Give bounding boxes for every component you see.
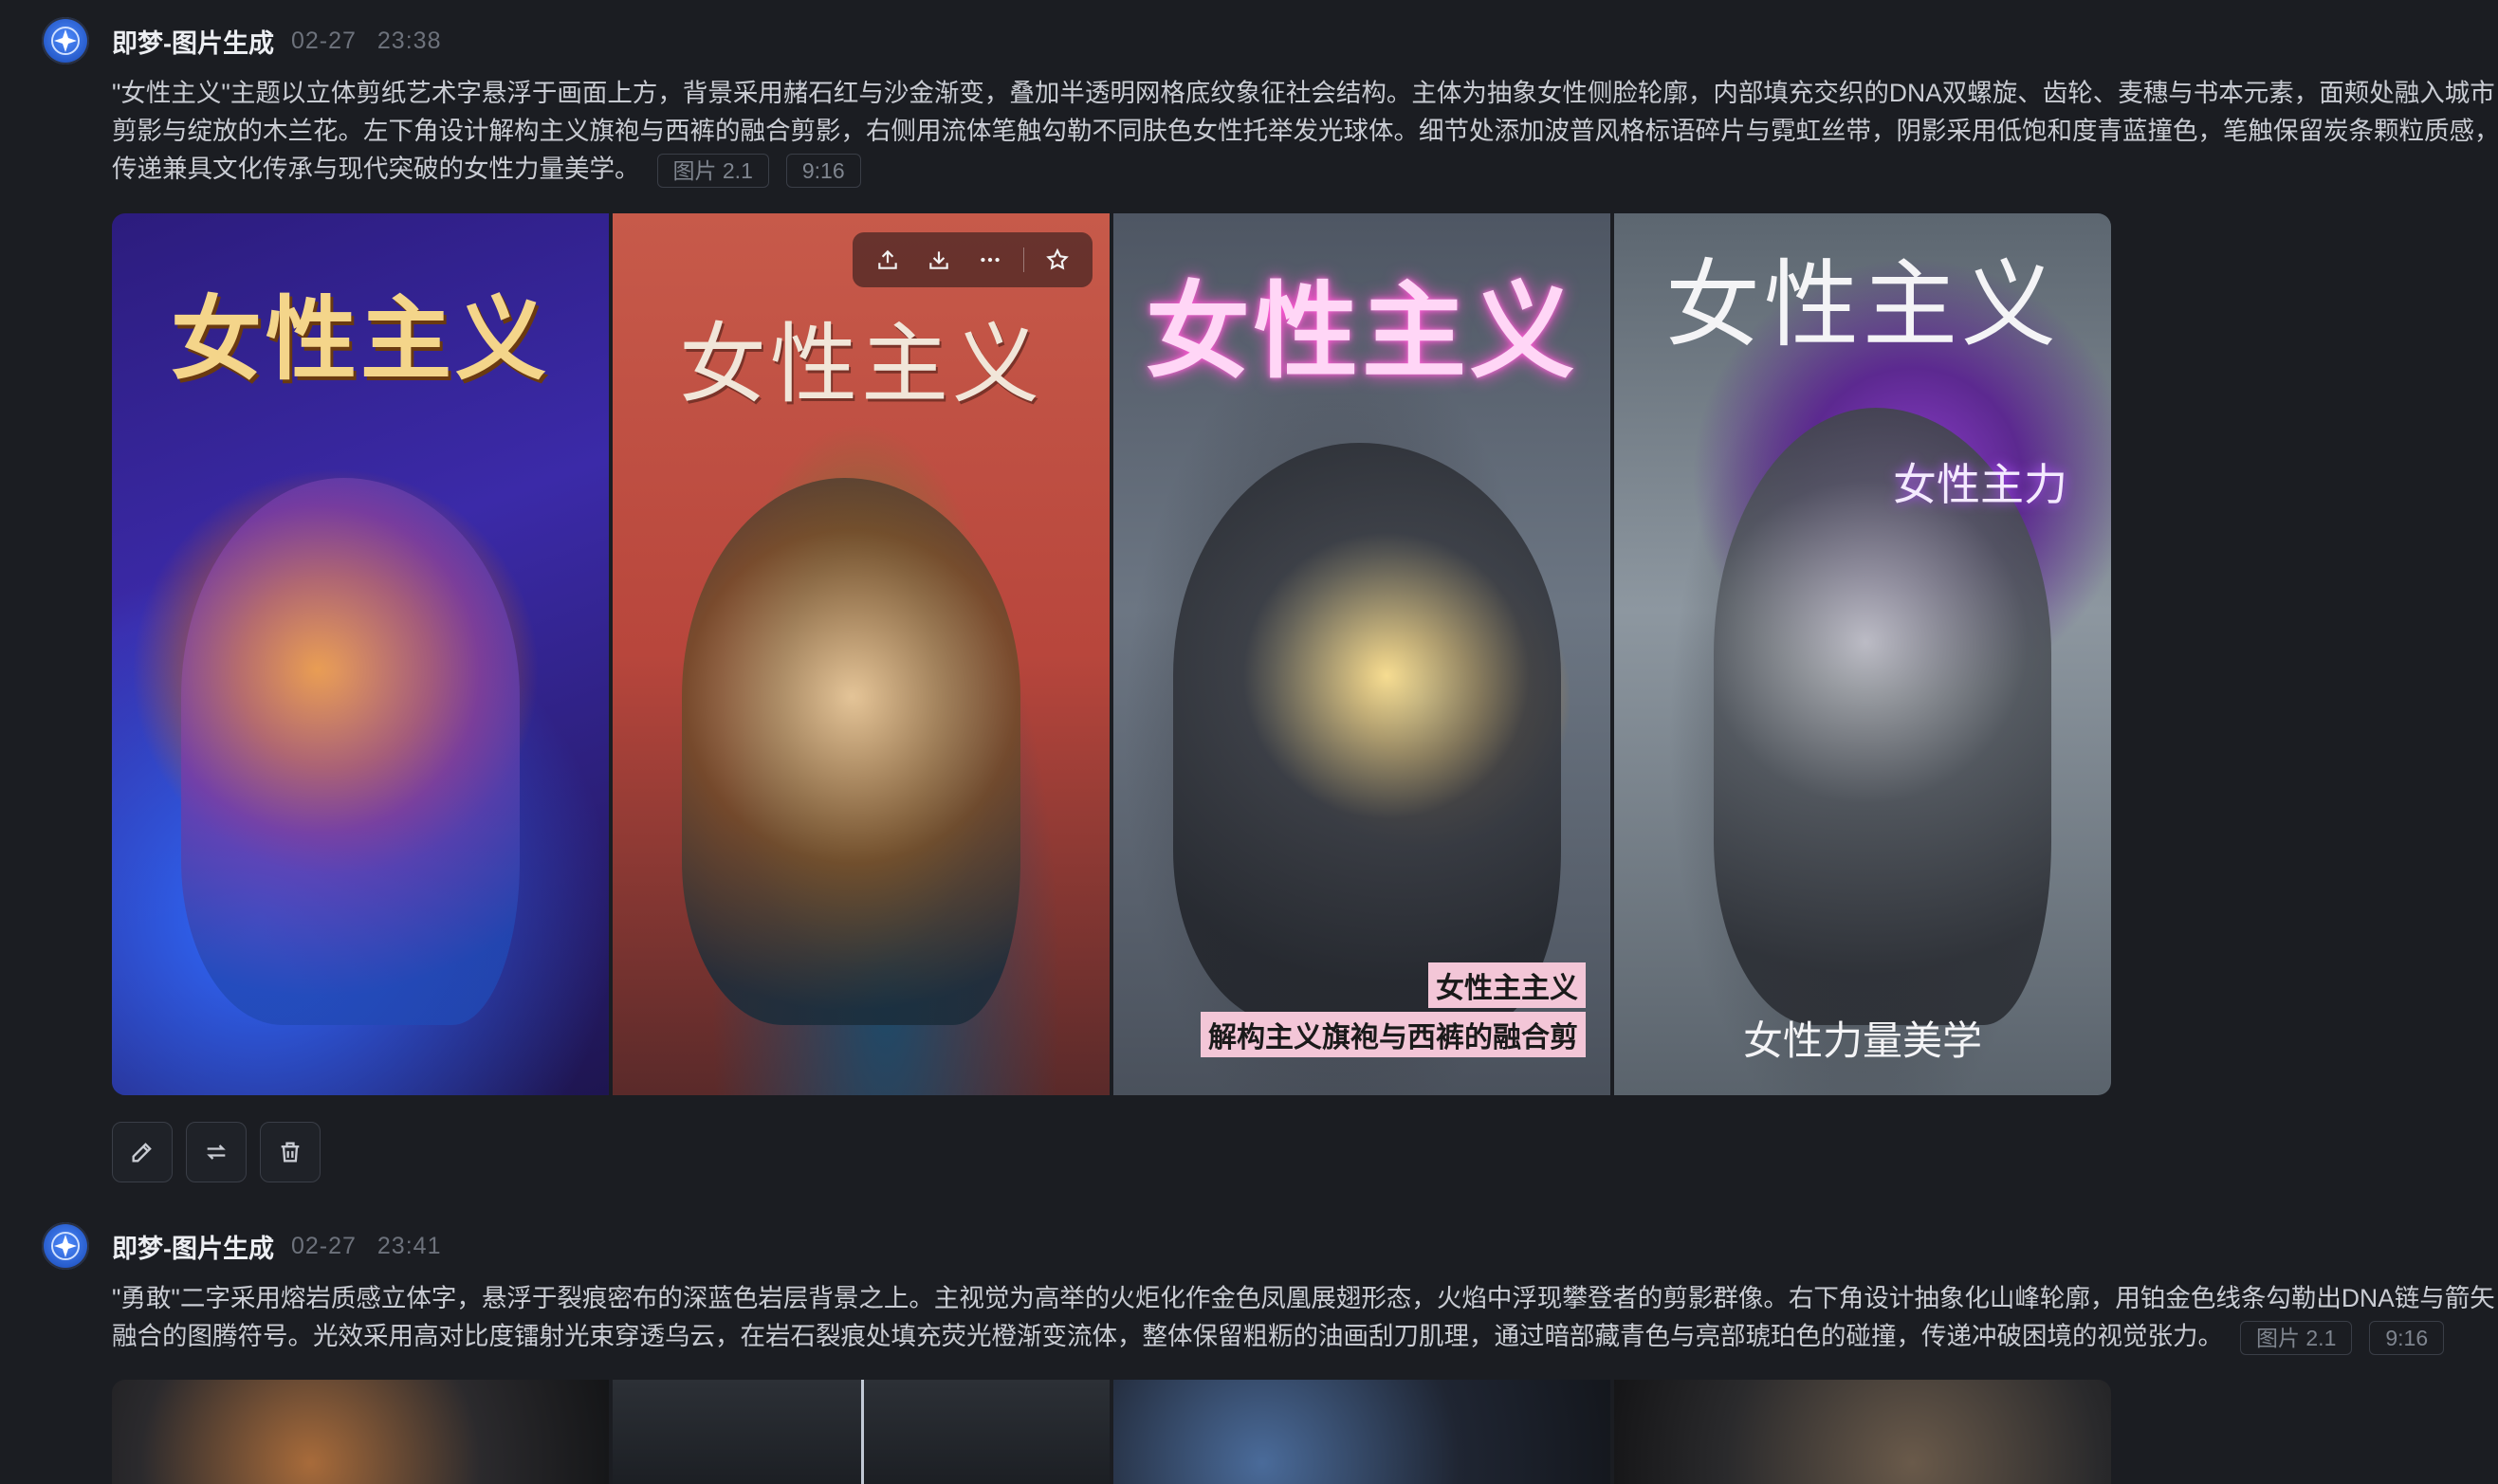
delete-button[interactable]	[260, 1122, 321, 1182]
date: 02-27	[291, 27, 357, 54]
poster-title: 女性主义	[678, 314, 1043, 415]
star-compass-icon	[51, 1232, 80, 1260]
time: 23:38	[377, 27, 442, 54]
prompt-text: "女性主义"主题以立体剪纸艺术字悬浮于画面上方，背景采用赭石红与沙金渐变，叠加半…	[112, 74, 2498, 188]
poster-title: 女性主义	[171, 285, 550, 393]
ratio-chip[interactable]: 9:16	[2369, 1321, 2445, 1355]
generated-image-3[interactable]	[1113, 1380, 1610, 1484]
model-chip[interactable]: 图片 2.1	[656, 154, 769, 188]
generated-image-4[interactable]	[1614, 1380, 2111, 1484]
prompt-body: "勇敢"二字采用熔岩质感立体字，悬浮于裂痕密布的深蓝色岩层背景之上。主视觉为高举…	[112, 1284, 2495, 1350]
prompt-body: "女性主义"主题以立体剪纸艺术字悬浮于画面上方，背景采用赭石红与沙金渐变，叠加半…	[112, 79, 2498, 183]
generated-image-2[interactable]: 女性主义	[613, 213, 1110, 1095]
generated-image-3[interactable]: 女性主义 女性主主义 解构主义旗袍与西裤的融合剪	[1113, 213, 1610, 1095]
generated-image-1[interactable]	[112, 1380, 609, 1484]
toolbar-divider	[1022, 247, 1024, 272]
poster-figure	[682, 478, 1020, 1025]
share-icon[interactable]	[866, 238, 909, 282]
poster-title: 女性主义	[1146, 270, 1578, 393]
ratio-chip[interactable]: 9:16	[785, 154, 861, 188]
message-header: 即梦-图片生成 02-27 23:38	[42, 17, 2460, 64]
generated-image-1[interactable]: 女性主义	[112, 213, 609, 1095]
model-chip[interactable]: 图片 2.1	[2240, 1321, 2353, 1355]
more-icon[interactable]	[968, 238, 1012, 282]
edit-button[interactable]	[112, 1122, 173, 1182]
star-icon[interactable]	[1036, 238, 1079, 282]
image-gallery-2	[112, 1380, 2111, 1484]
message-entry-1: 即梦-图片生成 02-27 23:38 "女性主义"主题以立体剪纸艺术字悬浮于画…	[42, 17, 2498, 188]
poster-figure	[1172, 442, 1561, 1025]
poster-title: 女性主义	[1665, 249, 2060, 360]
delete-icon	[281, 1142, 300, 1163]
generated-image-4[interactable]: 女性主义 女性主力 女性力量美学	[1614, 213, 2111, 1095]
star-compass-icon	[51, 27, 80, 55]
message-entry-2: 即梦-图片生成 02-27 23:41 "勇敢"二字采用熔岩质感立体字，悬浮于裂…	[42, 1222, 2495, 1355]
time: 23:41	[377, 1232, 442, 1259]
download-icon[interactable]	[917, 238, 961, 282]
poster-figure	[181, 478, 520, 1025]
poster-caption-line-1: 女性主主义	[1428, 962, 1586, 1008]
avatar[interactable]	[42, 17, 89, 64]
poster-caption: 女性力量美学	[1742, 1017, 1982, 1064]
entry-actions	[112, 1122, 321, 1182]
image-hover-toolbar	[852, 232, 1093, 287]
edit-icon	[132, 1143, 152, 1163]
prompt-text: "勇敢"二字采用熔岩质感立体字，悬浮于裂痕密布的深蓝色岩层背景之上。主视觉为高举…	[112, 1279, 2498, 1355]
image-gallery: 女性主义 女性主义 女性主义 女性主主义 解构主义旗袍与西裤的融合剪 女性主义 …	[112, 213, 2111, 1095]
message-header: 即梦-图片生成 02-27 23:41	[42, 1222, 2460, 1270]
poster-badge: 女性主力	[1893, 459, 2067, 510]
avatar[interactable]	[42, 1222, 89, 1270]
timestamp: 02-27 23:41	[291, 1233, 454, 1260]
regenerate-button[interactable]	[186, 1122, 247, 1182]
poster-caption: 女性主主义 解构主义旗袍与西裤的融合剪	[1201, 959, 1586, 1057]
date: 02-27	[291, 1232, 357, 1259]
timestamp: 02-27 23:38	[291, 27, 454, 55]
regenerate-icon	[207, 1145, 226, 1160]
author-name: 即梦-图片生成	[112, 1234, 274, 1263]
author-name: 即梦-图片生成	[112, 28, 274, 58]
poster-caption-line-2: 解构主义旗袍与西裤的融合剪	[1201, 1012, 1586, 1057]
generated-image-2[interactable]	[613, 1380, 1110, 1484]
